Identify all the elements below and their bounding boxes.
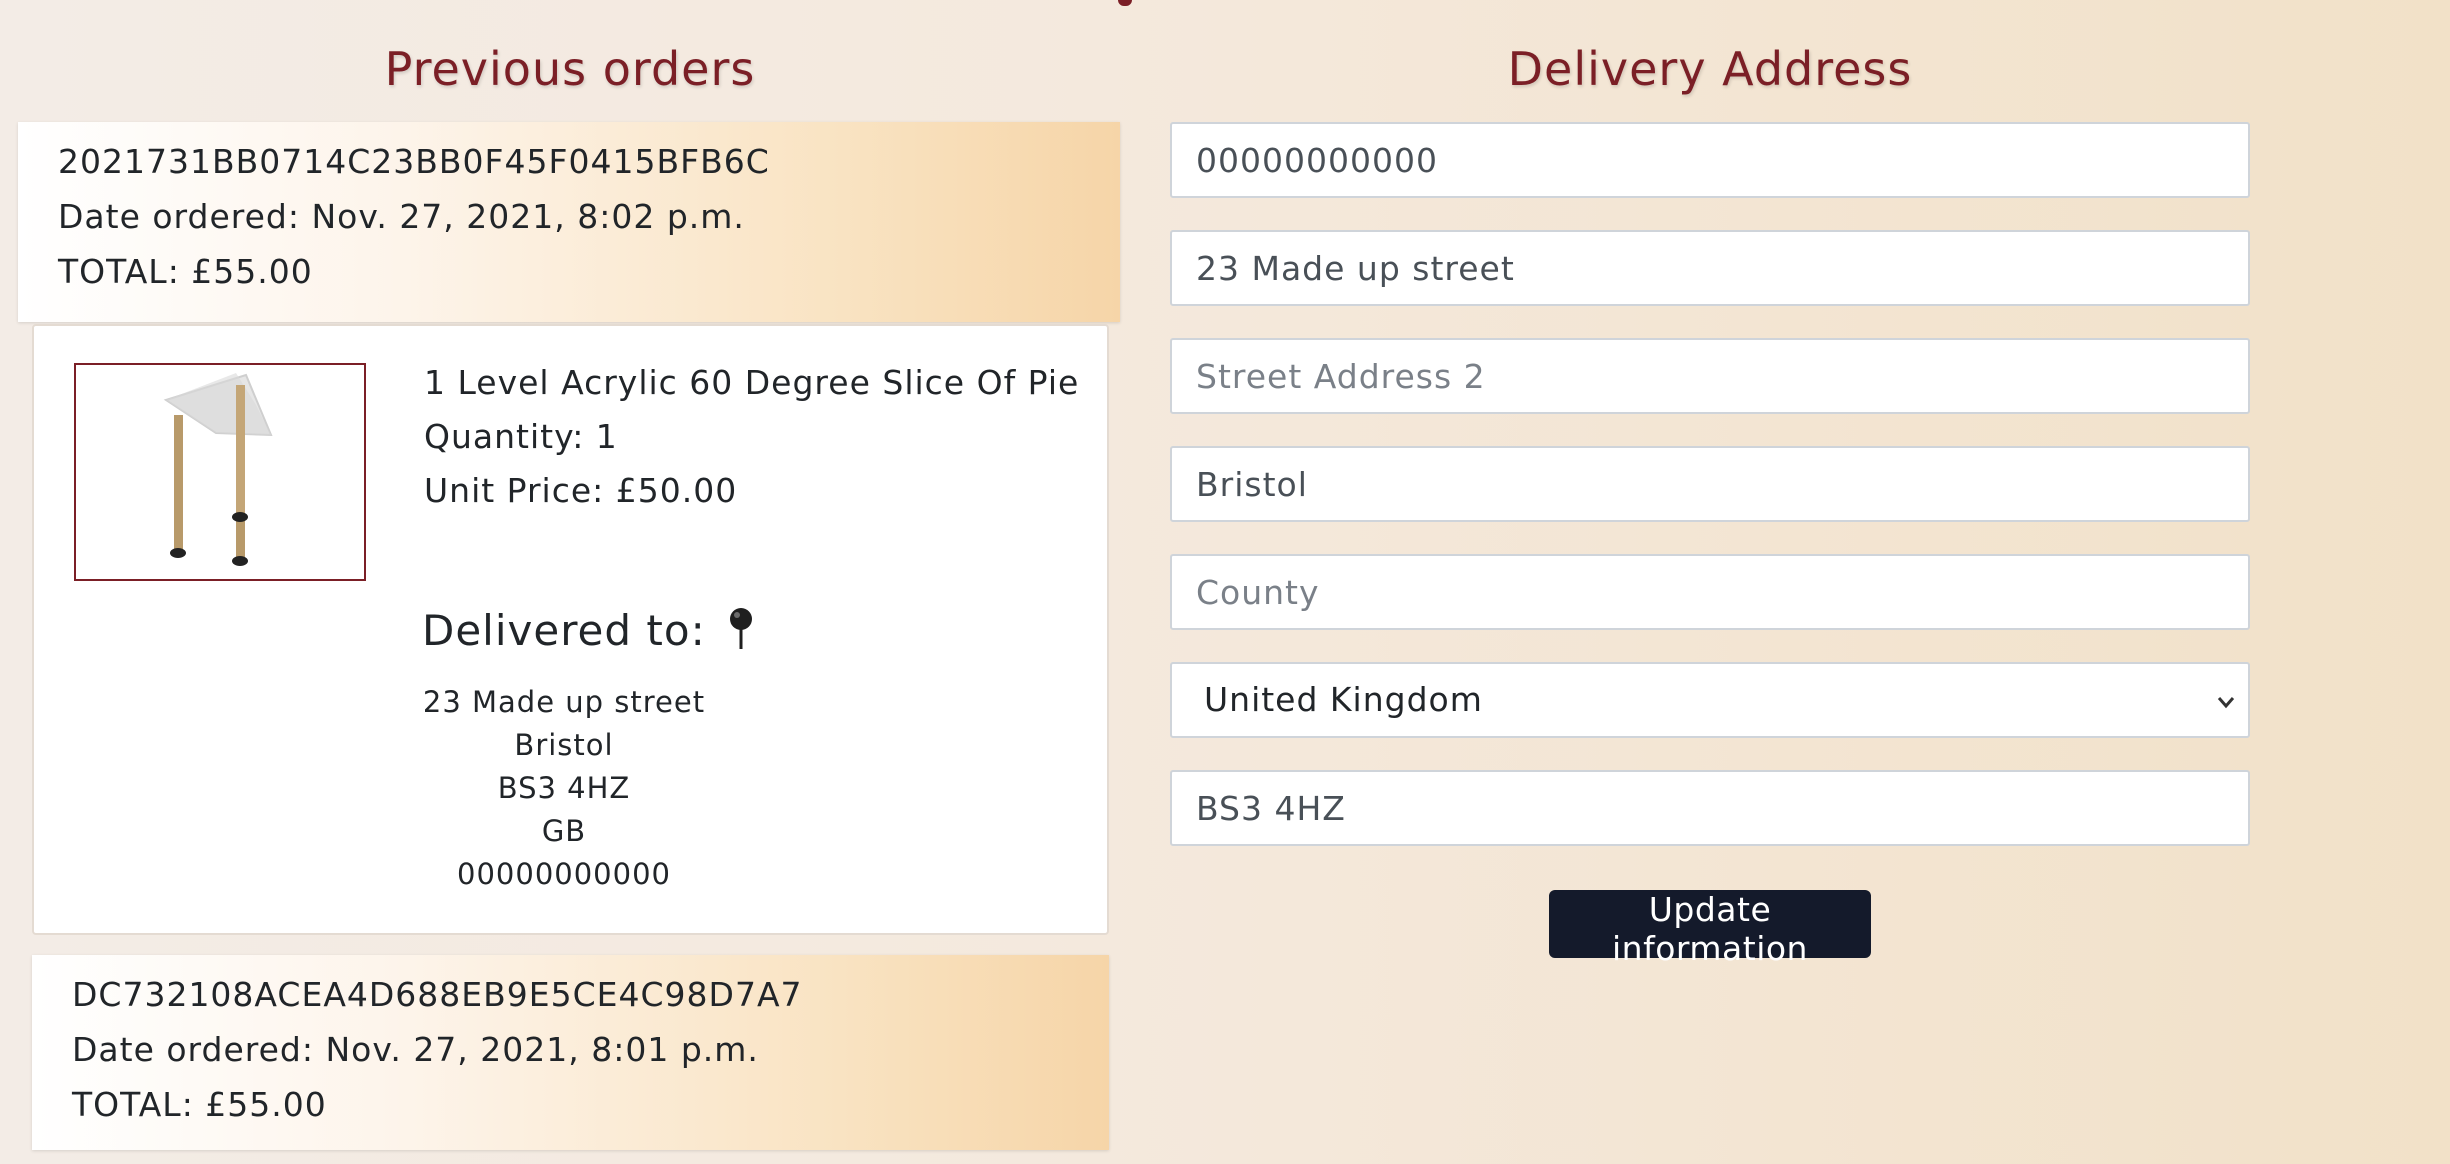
product-image	[74, 363, 366, 581]
delivered-to-heading: Delivered to:	[422, 606, 756, 661]
address-country: GB	[541, 814, 587, 848]
address-town: Bristol	[514, 728, 614, 762]
order-number: DC732108ACEA4D688EB9E5CE4C98D7A7	[72, 975, 803, 1014]
item-quantity: Quantity: 1	[424, 417, 618, 456]
street-address-2-input[interactable]	[1170, 338, 2250, 414]
order-date: Date ordered: Nov. 27, 2021, 8:02 p.m.	[58, 197, 745, 236]
delivery-address-block: 23 Made up street Bristol BS3 4HZ GB 000…	[374, 681, 754, 896]
order-total: TOTAL: £55.00	[72, 1085, 327, 1124]
address-street: 23 Made up street	[422, 685, 706, 719]
phone-number-input[interactable]	[1170, 122, 2250, 198]
address-postcode: BS3 4HZ	[497, 771, 631, 805]
item-unit-price: Unit Price: £50.00	[424, 471, 738, 510]
top-heading-fragment	[1118, 0, 1132, 6]
update-information-button[interactable]: Update information	[1549, 890, 1871, 968]
delivery-address-title: Delivery Address	[1507, 42, 1913, 96]
town-city-input[interactable]	[1170, 446, 2250, 522]
country-selected-value: United Kingdom	[1204, 680, 1483, 719]
previous-orders-title: Previous orders	[384, 42, 756, 96]
order-card-header[interactable]: DC732108ACEA4D688EB9E5CE4C98D7A7 Date or…	[32, 955, 1109, 1150]
order-details: 1 Level Acrylic 60 Degree Slice Of Pie Q…	[32, 324, 1109, 935]
country-select[interactable]: United Kingdom	[1170, 662, 2250, 738]
chevron-down-icon	[2214, 690, 2238, 718]
order-total: TOTAL: £55.00	[58, 252, 313, 291]
map-pin-icon	[726, 607, 756, 661]
order-number: 2021731BB0714C23BB0F45F0415BFB6C	[58, 142, 770, 181]
county-input[interactable]	[1170, 554, 2250, 630]
delivered-to-label: Delivered to:	[422, 606, 706, 655]
order-date: Date ordered: Nov. 27, 2021, 8:01 p.m.	[72, 1030, 759, 1069]
street-address-1-input[interactable]	[1170, 230, 2250, 306]
address-phone: 00000000000	[457, 857, 671, 891]
order-card-header[interactable]: 2021731BB0714C23BB0F45F0415BFB6C Date or…	[18, 122, 1120, 322]
postcode-input[interactable]	[1170, 770, 2250, 846]
item-name: 1 Level Acrylic 60 Degree Slice Of Pie	[424, 363, 1080, 402]
